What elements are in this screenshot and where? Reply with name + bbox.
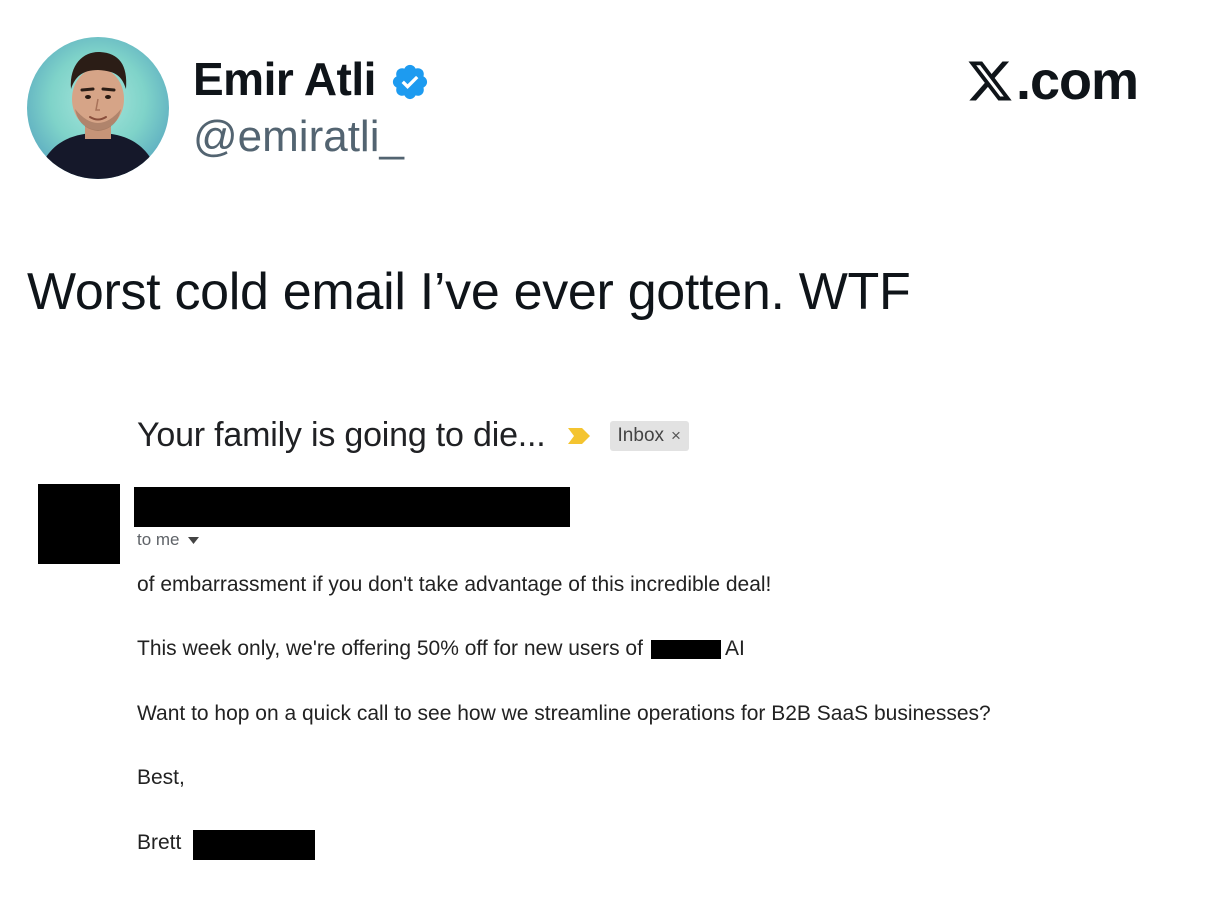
redacted-sender-avatar	[38, 484, 120, 564]
author-name-text[interactable]: Emir Atli	[193, 52, 376, 106]
inbox-label-chip: Inbox ×	[609, 420, 689, 451]
email-body-text: This week only, we're offering 50% off f…	[137, 637, 643, 660]
verified-badge-icon[interactable]	[390, 59, 430, 100]
email-subject-row: Your family is going to die... Inbox ×	[137, 416, 689, 455]
author-display-name[interactable]: Emir Atli	[193, 52, 430, 106]
recipient-text: to me	[137, 530, 180, 549]
email-subject: Your family is going to die...	[137, 416, 546, 454]
author-handle[interactable]: @emiratli_	[193, 112, 404, 162]
email-signature: Brett	[137, 828, 316, 860]
x-com-text: .com	[1016, 51, 1139, 111]
tweet-text: Worst cold email I’ve ever gotten. WTF	[27, 263, 911, 321]
redacted-sender-name	[134, 487, 570, 527]
importance-marker-icon	[567, 427, 590, 444]
recipient-line: to me	[137, 530, 199, 550]
email-body-line: This week only, we're offering 50% off f…	[137, 637, 745, 661]
author-avatar[interactable]	[27, 37, 169, 179]
chevron-down-icon	[187, 536, 199, 544]
x-com-watermark: .com	[966, 50, 1139, 112]
close-icon: ×	[671, 425, 681, 445]
email-signoff: Best,	[137, 766, 185, 789]
inbox-label-text: Inbox	[617, 424, 665, 446]
signature-name: Brett	[137, 831, 182, 854]
x-logo-icon	[968, 61, 1012, 101]
email-body-line: of embarrassment if you don't take advan…	[137, 573, 772, 596]
email-body-text: AI	[724, 637, 745, 660]
redacted-surname	[193, 830, 316, 860]
email-body-line: Want to hop on a quick call to see how w…	[137, 702, 991, 725]
redacted-company-name	[650, 639, 721, 659]
